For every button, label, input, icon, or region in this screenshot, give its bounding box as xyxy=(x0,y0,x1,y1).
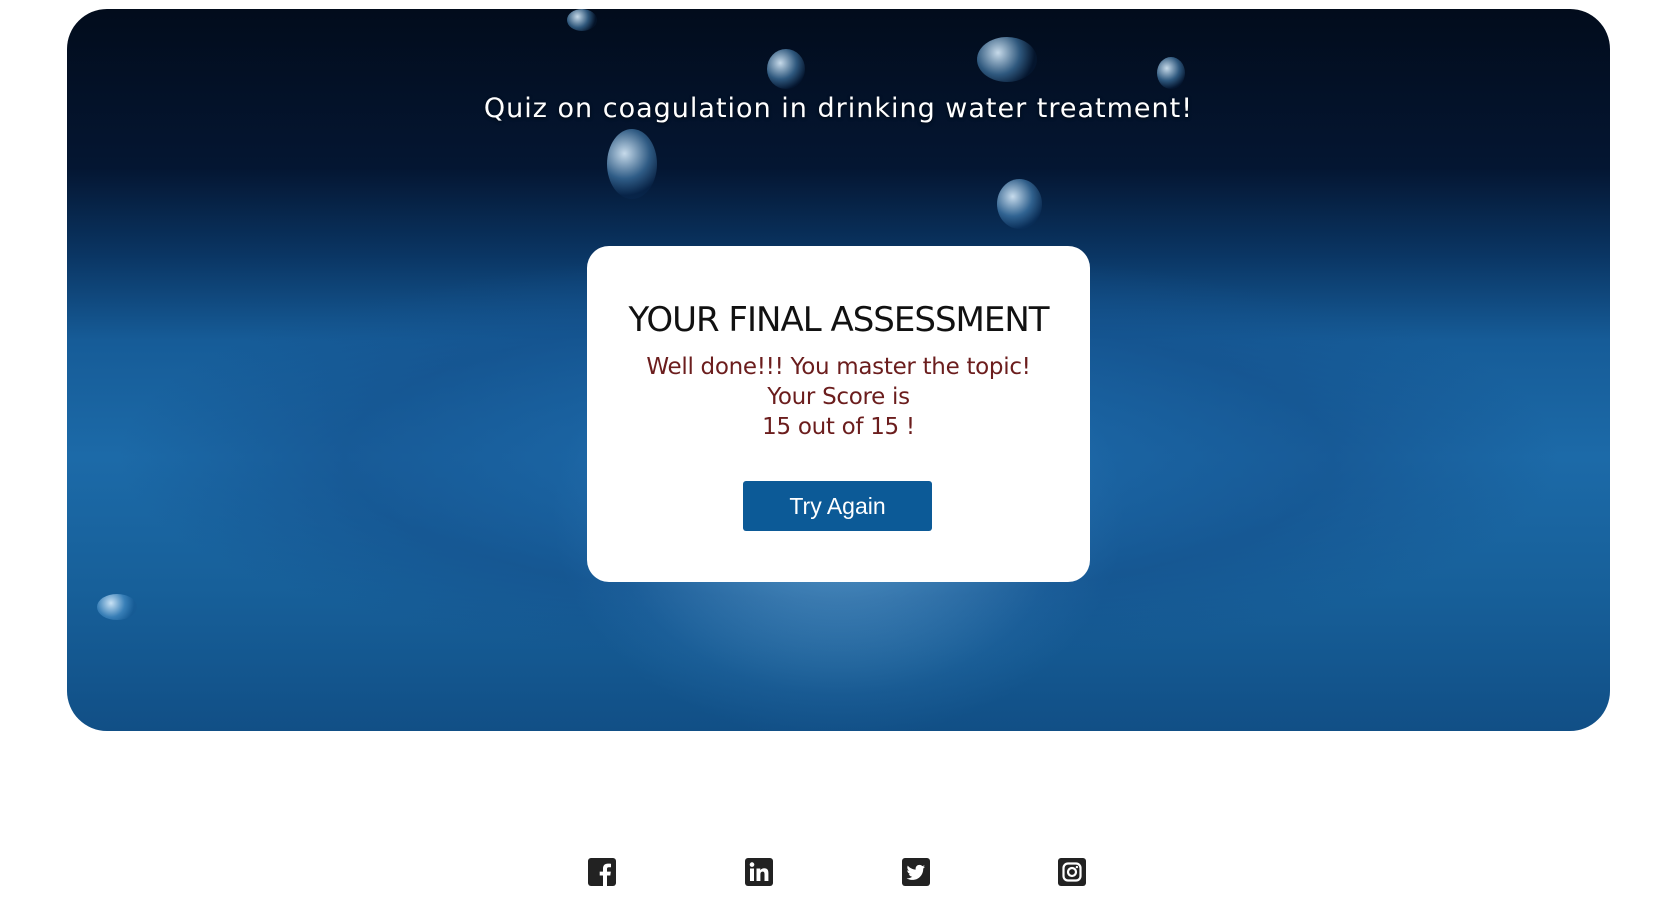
page: Quiz on coagulation in drinking water tr… xyxy=(0,0,1673,903)
twitter-icon[interactable] xyxy=(902,858,930,886)
quiz-title: Quiz on coagulation in drinking water tr… xyxy=(483,93,1194,124)
facebook-icon[interactable] xyxy=(588,858,616,886)
score-label: Your Score is xyxy=(767,384,910,410)
result-message: Well done!!! You master the topic! xyxy=(646,354,1031,380)
water-droplet xyxy=(977,37,1037,82)
linkedin-icon[interactable] xyxy=(745,858,773,886)
water-droplet xyxy=(567,9,597,31)
water-droplet xyxy=(1157,57,1185,89)
water-droplet xyxy=(767,49,805,89)
water-droplet xyxy=(607,129,657,199)
instagram-icon[interactable] xyxy=(1058,858,1086,886)
water-droplet xyxy=(997,179,1042,229)
social-links xyxy=(0,858,1673,888)
score-value: 15 out of 15 ! xyxy=(762,414,915,440)
assessment-heading: YOUR FINAL ASSESSMENT xyxy=(628,300,1049,340)
final-assessment-card: YOUR FINAL ASSESSMENT Well done!!! You m… xyxy=(587,246,1090,582)
water-droplet xyxy=(97,594,137,620)
try-again-button[interactable]: Try Again xyxy=(743,481,932,531)
